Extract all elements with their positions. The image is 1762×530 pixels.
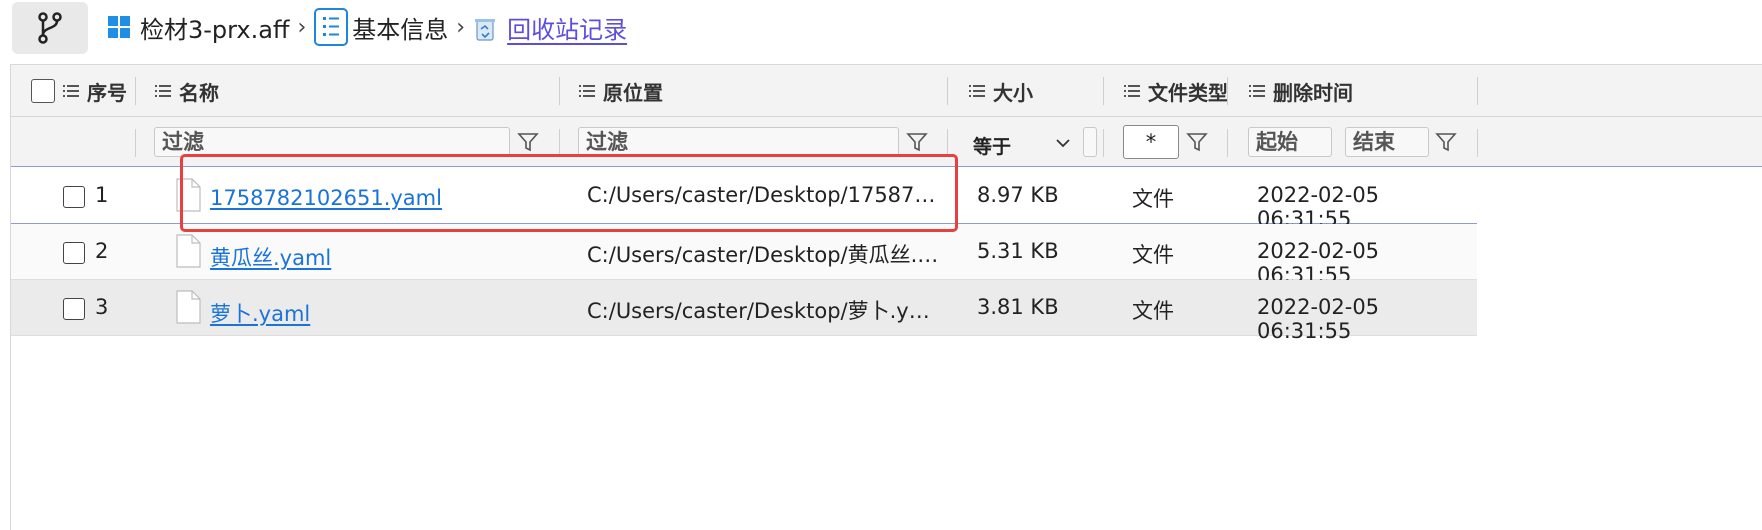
column-menu-icon xyxy=(1249,84,1265,98)
column-menu-icon xyxy=(579,84,595,98)
column-divider[interactable] xyxy=(1227,77,1228,105)
column-header-deleted-time[interactable]: 删除时间 xyxy=(1249,65,1353,117)
breadcrumb-label: 检材3-prx.aff xyxy=(140,15,290,44)
file-type: 文件 xyxy=(1132,243,1174,267)
column-divider[interactable] xyxy=(559,77,560,105)
select-all-checkbox[interactable] xyxy=(31,79,55,103)
file-type: 文件 xyxy=(1132,299,1174,323)
column-divider xyxy=(947,129,948,157)
branch-button[interactable] xyxy=(12,2,88,54)
size-operator-select[interactable]: 等于 xyxy=(973,132,1011,159)
start-time-input[interactable]: 起始 xyxy=(1248,127,1332,157)
file-name-link[interactable]: 萝卜.yaml xyxy=(210,298,310,328)
row-checkbox[interactable] xyxy=(63,298,85,320)
column-label: 文件类型 xyxy=(1148,80,1228,105)
column-label: 名称 xyxy=(179,80,219,105)
git-branch-icon xyxy=(38,12,62,44)
type-filter-input[interactable]: * xyxy=(1123,125,1179,159)
breadcrumb-item-basic-info[interactable]: 基本信息 › xyxy=(314,8,473,46)
column-header-location[interactable]: 原位置 xyxy=(579,65,663,117)
column-header-index[interactable]: 序号 xyxy=(63,65,127,117)
row-index: 2 xyxy=(95,239,109,263)
column-header-size[interactable]: 大小 xyxy=(969,65,1033,117)
location-filter-input[interactable]: 过滤 xyxy=(578,127,899,157)
column-label: 删除时间 xyxy=(1273,80,1353,105)
column-divider[interactable] xyxy=(1103,77,1104,105)
column-header-type[interactable]: 文件类型 xyxy=(1124,65,1228,117)
column-divider xyxy=(1477,129,1478,157)
column-header-name[interactable]: 名称 xyxy=(155,65,219,117)
column-divider[interactable] xyxy=(947,77,948,105)
breadcrumb-item-evidence[interactable]: 检材3-prx.aff › xyxy=(108,10,314,45)
breadcrumb-label: 回收站记录 xyxy=(507,15,628,44)
table-row[interactable]: 2 黄瓜丝.yaml C:/Users/caster/Desktop/黄瓜丝.y… xyxy=(11,224,1477,287)
column-menu-icon xyxy=(63,84,79,98)
file-size: 3.81 KB xyxy=(977,295,1059,319)
name-filter-input[interactable]: 过滤 xyxy=(154,127,510,157)
recycle-bin-icon xyxy=(475,19,496,41)
column-divider xyxy=(135,129,136,157)
row-checkbox[interactable] xyxy=(63,242,85,264)
column-divider xyxy=(559,129,560,157)
breadcrumb-separator: › xyxy=(456,14,466,40)
original-location: C:/Users/caster/Desktop/萝卜.yaml xyxy=(587,299,942,323)
column-label: 大小 xyxy=(993,80,1033,105)
column-divider[interactable] xyxy=(1477,77,1478,105)
file-size: 5.31 KB xyxy=(977,239,1059,263)
breadcrumb-separator: › xyxy=(297,14,307,40)
filter-icon[interactable] xyxy=(517,131,539,153)
row-index: 3 xyxy=(95,295,109,319)
filter-icon[interactable] xyxy=(1186,131,1208,153)
file-icon xyxy=(176,290,201,324)
column-divider[interactable] xyxy=(135,77,136,105)
file-name-link[interactable]: 黄瓜丝.yaml xyxy=(210,242,331,272)
column-label: 序号 xyxy=(87,80,127,105)
windows-icon xyxy=(108,16,130,38)
column-label: 原位置 xyxy=(603,80,663,105)
table-header: 序号 名称 原位置 大小 文件类型 删除时间 xyxy=(11,65,1762,117)
breadcrumb-item-recycle-bin[interactable]: 回收站记录 xyxy=(473,10,627,45)
deleted-time: 2022-02-05 06:31:55 xyxy=(1257,295,1380,343)
list-view-icon xyxy=(314,8,349,46)
breadcrumb-label: 基本信息 xyxy=(352,15,449,44)
filter-icon[interactable] xyxy=(906,131,928,153)
column-menu-icon xyxy=(969,84,985,98)
file-type: 文件 xyxy=(1132,187,1174,211)
column-menu-icon xyxy=(1124,84,1140,98)
file-size: 8.97 KB xyxy=(977,183,1059,207)
row-index: 1 xyxy=(95,183,109,207)
size-value-input[interactable] xyxy=(1083,127,1097,157)
highlight-annotation xyxy=(180,154,958,232)
end-time-input[interactable]: 结束 xyxy=(1345,127,1429,157)
breadcrumb-bar: 检材3-prx.aff › 基本信息 › 回收站记录 xyxy=(0,0,1762,58)
chevron-down-icon[interactable] xyxy=(1056,136,1070,150)
column-menu-icon xyxy=(155,84,171,98)
recycle-bin-table: 序号 名称 原位置 大小 文件类型 删除时间 过滤 过滤 等于 * 起始 结束 … xyxy=(10,64,1762,530)
original-location: C:/Users/caster/Desktop/黄瓜丝.yaml xyxy=(587,243,942,267)
row-checkbox[interactable] xyxy=(63,186,85,208)
table-row[interactable]: 3 萝卜.yaml C:/Users/caster/Desktop/萝卜.yam… xyxy=(11,280,1477,343)
column-divider xyxy=(1227,129,1228,157)
column-divider xyxy=(1103,129,1104,157)
filter-icon[interactable] xyxy=(1435,131,1457,153)
file-icon xyxy=(176,234,201,268)
breadcrumb: 检材3-prx.aff › 基本信息 › 回收站记录 xyxy=(108,0,627,54)
